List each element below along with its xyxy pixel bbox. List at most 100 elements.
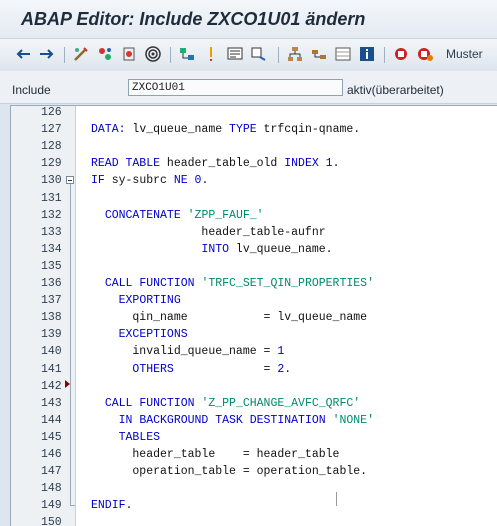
keyword-token: OTHERS (132, 362, 174, 376)
line-number: 136 (41, 277, 62, 290)
window-title: ABAP Editor: Include ZXCO1U01 ändern (21, 9, 366, 29)
other-object-icon[interactable] (96, 45, 114, 63)
keyword-token: NE (173, 174, 188, 188)
keyword-token: ENDIF (91, 499, 126, 513)
toolbar-separator (384, 47, 385, 63)
line-number: 130 (41, 174, 62, 188)
line-number: 146 (41, 448, 62, 461)
application-toolbar: Muster (0, 38, 497, 72)
text-cursor-icon (333, 492, 340, 506)
display-object-list-icon[interactable] (226, 45, 244, 63)
keyword-token: CALL FUNCTION (104, 277, 195, 290)
keyword-token: INTO (201, 242, 230, 256)
code-token: . (284, 362, 292, 376)
line-number: 135 (41, 259, 62, 273)
where-used-icon[interactable] (178, 45, 196, 63)
mark-icon[interactable] (202, 45, 220, 63)
number-token: 1 (325, 157, 333, 171)
back-arrow-icon[interactable] (14, 45, 32, 63)
line-number: 137 (41, 294, 62, 308)
line-number: 145 (41, 430, 62, 444)
keyword-token: DATA: (91, 123, 126, 137)
pattern-button[interactable]: Muster (446, 47, 483, 61)
navigation-window-icon[interactable] (250, 45, 268, 63)
string-token: 'TRFC_SET_QIN_PROPERTIES' (201, 277, 374, 290)
line-number: 148 (41, 482, 62, 496)
keyword-token: TYPE (229, 123, 257, 137)
string-token: 'Z_PP_CHANGE_AVFC_QRFC' (201, 396, 361, 410)
code-token: . (125, 499, 133, 513)
forward-arrow-icon[interactable] (38, 45, 56, 63)
session-breakpoint-icon[interactable] (416, 45, 434, 63)
include-name-field: ZXCO1U01 (128, 79, 343, 96)
code-line[interactable]: operation_table = operation_table. (91, 465, 367, 478)
code-token: . (332, 157, 340, 171)
keyword-token: IF (91, 174, 105, 188)
fold-toggle-icon[interactable] (66, 176, 74, 184)
code-token: invalid_queue_name = (91, 345, 278, 359)
code-line[interactable]: IF sy-subrc NE 0. (91, 174, 208, 187)
info-icon[interactable] (358, 45, 376, 63)
toolbar-separator (278, 47, 279, 63)
number-token: 1 (277, 345, 285, 359)
line-number: 129 (41, 157, 62, 171)
line-number: 147 (41, 465, 62, 479)
line-number: 134 (41, 242, 62, 256)
code-line[interactable]: CALL FUNCTION 'Z_PP_CHANGE_AVFC_QRFC' (91, 397, 360, 410)
keyword-token: CONCATENATE (104, 208, 181, 222)
pattern-list-icon[interactable] (334, 45, 352, 63)
toolbar-separator (170, 47, 171, 63)
string-token: 'ZPP_FAUF_' (187, 208, 264, 222)
code-line[interactable]: IN BACKGROUND TASK DESTINATION 'NONE' (91, 414, 374, 427)
fold-bracket (70, 184, 71, 505)
include-status: aktiv(überarbeitet) (347, 83, 444, 97)
line-number: 139 (41, 328, 62, 342)
test-icon[interactable] (144, 45, 162, 63)
code-line[interactable]: CONCATENATE 'ZPP_FAUF_' (91, 209, 264, 222)
line-number: 127 (41, 123, 62, 137)
code-line[interactable]: TABLES (91, 431, 160, 444)
code-token: . (201, 174, 209, 188)
keyword-token: IN BACKGROUND TASK DESTINATION (118, 413, 326, 427)
code-token: operation_table = operation_table. (91, 465, 368, 479)
code-line[interactable]: header_table = header_table (91, 448, 339, 461)
code-line[interactable]: qin_name = lv_queue_name (91, 311, 367, 324)
code-line[interactable]: OTHERS = 2. (91, 363, 291, 376)
code-line[interactable]: READ TABLE header_table_old INDEX 1. (91, 157, 339, 170)
include-label: Include (12, 83, 51, 97)
line-number: 132 (41, 208, 62, 222)
activate-icon[interactable] (120, 45, 138, 63)
code-line[interactable]: INTO lv_queue_name. (91, 242, 333, 256)
code-line[interactable]: CALL FUNCTION 'TRFC_SET_QIN_PROPERTIES' (91, 277, 374, 290)
code-token: lv_queue_name. (229, 242, 333, 256)
enhance-icon[interactable] (310, 45, 328, 63)
string-token: 'NONE' (332, 413, 374, 427)
code-editor[interactable]: 126 127 DATA: lv_queue_name TYPE trfcqin-q… (10, 105, 497, 526)
code-line[interactable]: ENDIF. (91, 499, 132, 512)
code-line[interactable]: header_table-aufnr (91, 226, 325, 239)
display-change-icon[interactable] (72, 45, 90, 63)
code-line[interactable]: EXCEPTIONS (91, 328, 188, 341)
line-number: 128 (41, 140, 62, 154)
breakpoint-icon[interactable] (392, 45, 410, 63)
code-token: sy-subrc (104, 174, 174, 188)
code-line[interactable]: EXPORTING (91, 294, 181, 307)
code-line[interactable]: invalid_queue_name = 1 (91, 345, 284, 358)
code-line[interactable]: DATA: lv_queue_name TYPE trfcqin-qname. (91, 123, 360, 136)
code-token: qin_name = lv_queue_name (91, 311, 368, 325)
include-bar: Include ZXCO1U01 aktiv(überarbeitet) (0, 71, 497, 104)
fold-bracket-end (70, 505, 75, 506)
hierarchy-icon[interactable] (286, 45, 304, 63)
code-token: header_table_old (160, 157, 285, 171)
